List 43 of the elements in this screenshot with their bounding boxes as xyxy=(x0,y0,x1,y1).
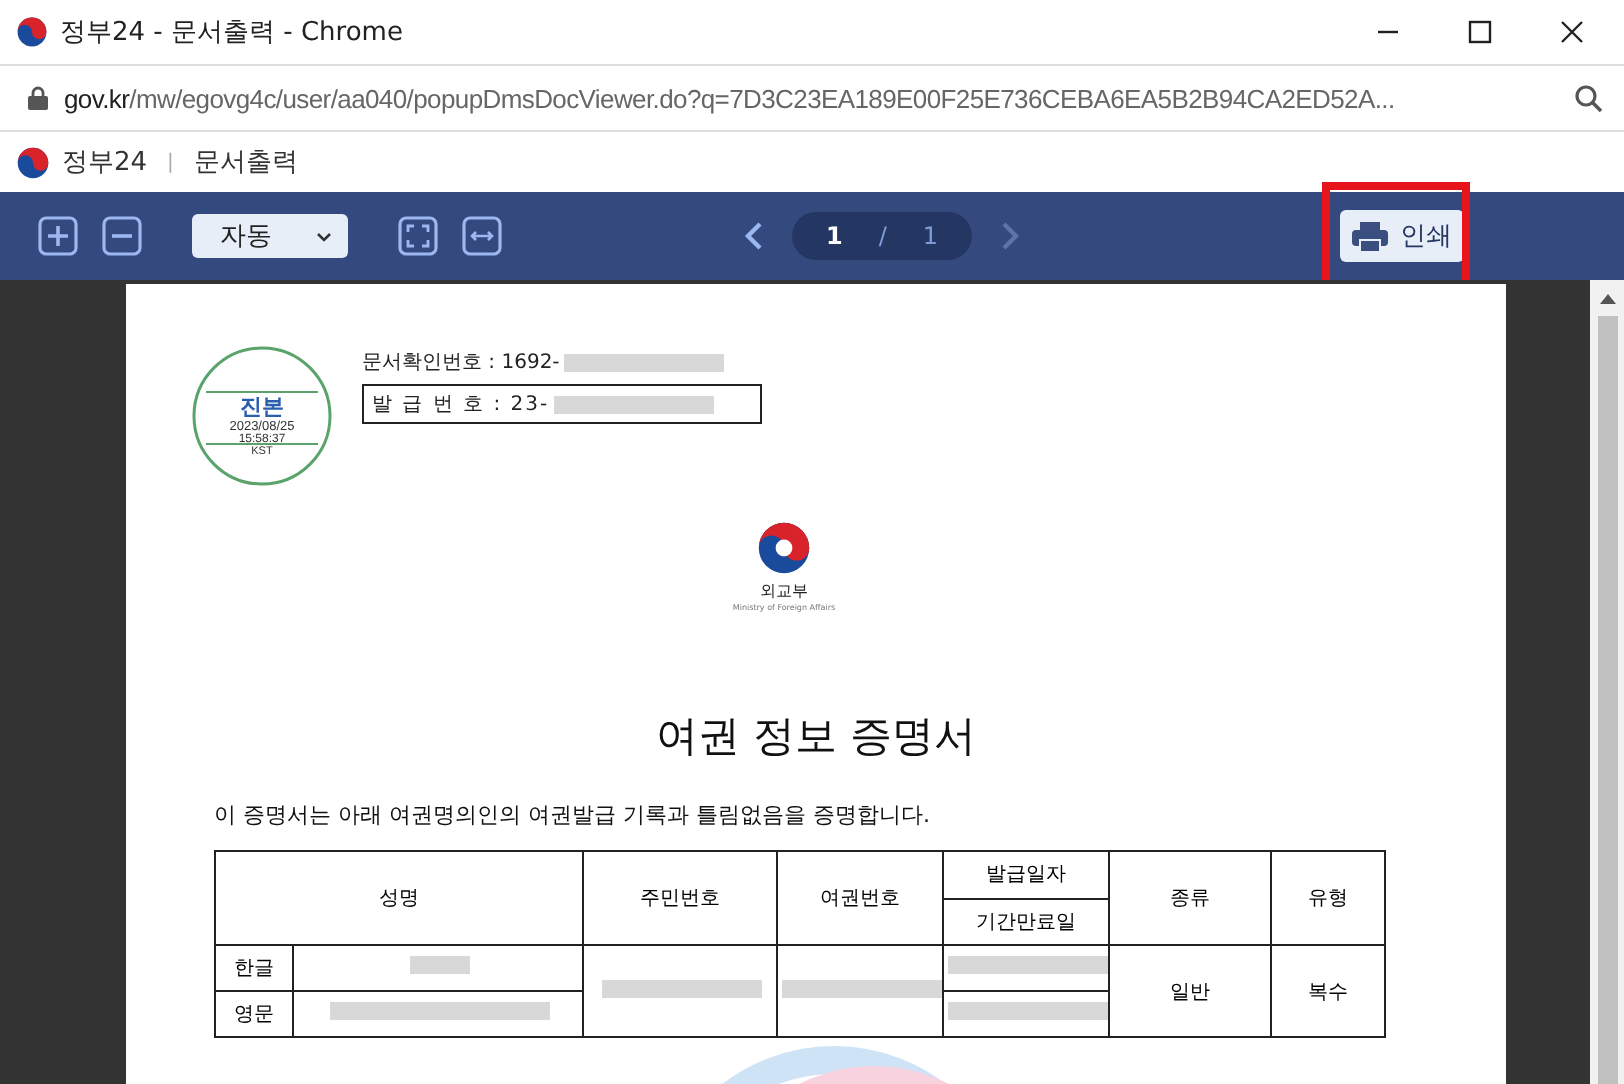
table-header-cell: 발급일자 xyxy=(943,851,1109,898)
confirm-number: 문서확인번호 : 1692- xyxy=(362,350,560,376)
table-cell: 한글 xyxy=(215,945,293,991)
separator-text: | xyxy=(167,151,174,173)
site-brand[interactable]: 정부24 xyxy=(62,144,148,180)
zoom-out-button[interactable] xyxy=(100,214,144,258)
zoom-select[interactable]: 자동 xyxy=(192,214,348,258)
print-button[interactable]: 인쇄 xyxy=(1340,210,1464,262)
fit-page-button[interactable] xyxy=(396,214,440,258)
taegeuk-emblem-icon xyxy=(756,520,812,576)
scrollbar[interactable] xyxy=(1590,280,1624,1084)
page-indicator[interactable]: 1 / 1 xyxy=(792,212,972,260)
document-title: 여권 정보 증명서 xyxy=(653,710,979,764)
zoom-in-button[interactable] xyxy=(36,214,80,258)
lock-icon xyxy=(28,86,48,110)
scroll-up-arrow-icon[interactable] xyxy=(1599,292,1615,304)
total-pages: 1 xyxy=(922,222,939,250)
table-cell: 일반 xyxy=(1109,945,1271,1037)
ministry-name: 외교부 xyxy=(760,580,808,602)
table-header-cell: 종류 xyxy=(1109,851,1271,945)
table-header-cell: 성명 xyxy=(215,851,583,945)
statement-text: 이 증명서는 아래 여권명의인의 여권발급 기록과 틀림없음을 증명합니다. xyxy=(214,800,932,830)
table-cell: 영문 xyxy=(215,991,293,1037)
caret-icon xyxy=(316,231,332,241)
maximize-icon[interactable] xyxy=(1468,20,1492,44)
table-header-cell: 주민번호 xyxy=(583,851,777,945)
url-text[interactable]: gov.kr/mw/egovg4c/user/aa040/popupDmsDocViewer.do?q=7D3C23EA189E00F25E736CEBA6EA5B2B94CA2ED52A... xyxy=(64,83,1558,113)
window-title: 정부24 - 문서출력 - Chrome xyxy=(60,16,405,50)
taegeuk-logo-icon xyxy=(16,16,48,48)
table-header-cell: 유형 xyxy=(1271,851,1385,945)
page-name: 문서출력 xyxy=(193,146,298,180)
table-header-cell: 여권번호 xyxy=(777,851,943,945)
page-separator: / xyxy=(878,222,887,250)
close-icon[interactable] xyxy=(1560,20,1584,44)
fit-width-button[interactable] xyxy=(460,214,504,258)
current-page: 1 xyxy=(825,222,843,250)
redacted-block xyxy=(410,956,470,974)
issue-number: 발 급 번 호 : 23- xyxy=(372,392,550,418)
printer-icon xyxy=(1352,221,1388,251)
taegeuk-logo-icon xyxy=(16,145,50,179)
previous-page-button[interactable] xyxy=(744,220,764,252)
table-cell: 복수 xyxy=(1271,945,1385,1037)
search-icon[interactable] xyxy=(1574,83,1604,113)
